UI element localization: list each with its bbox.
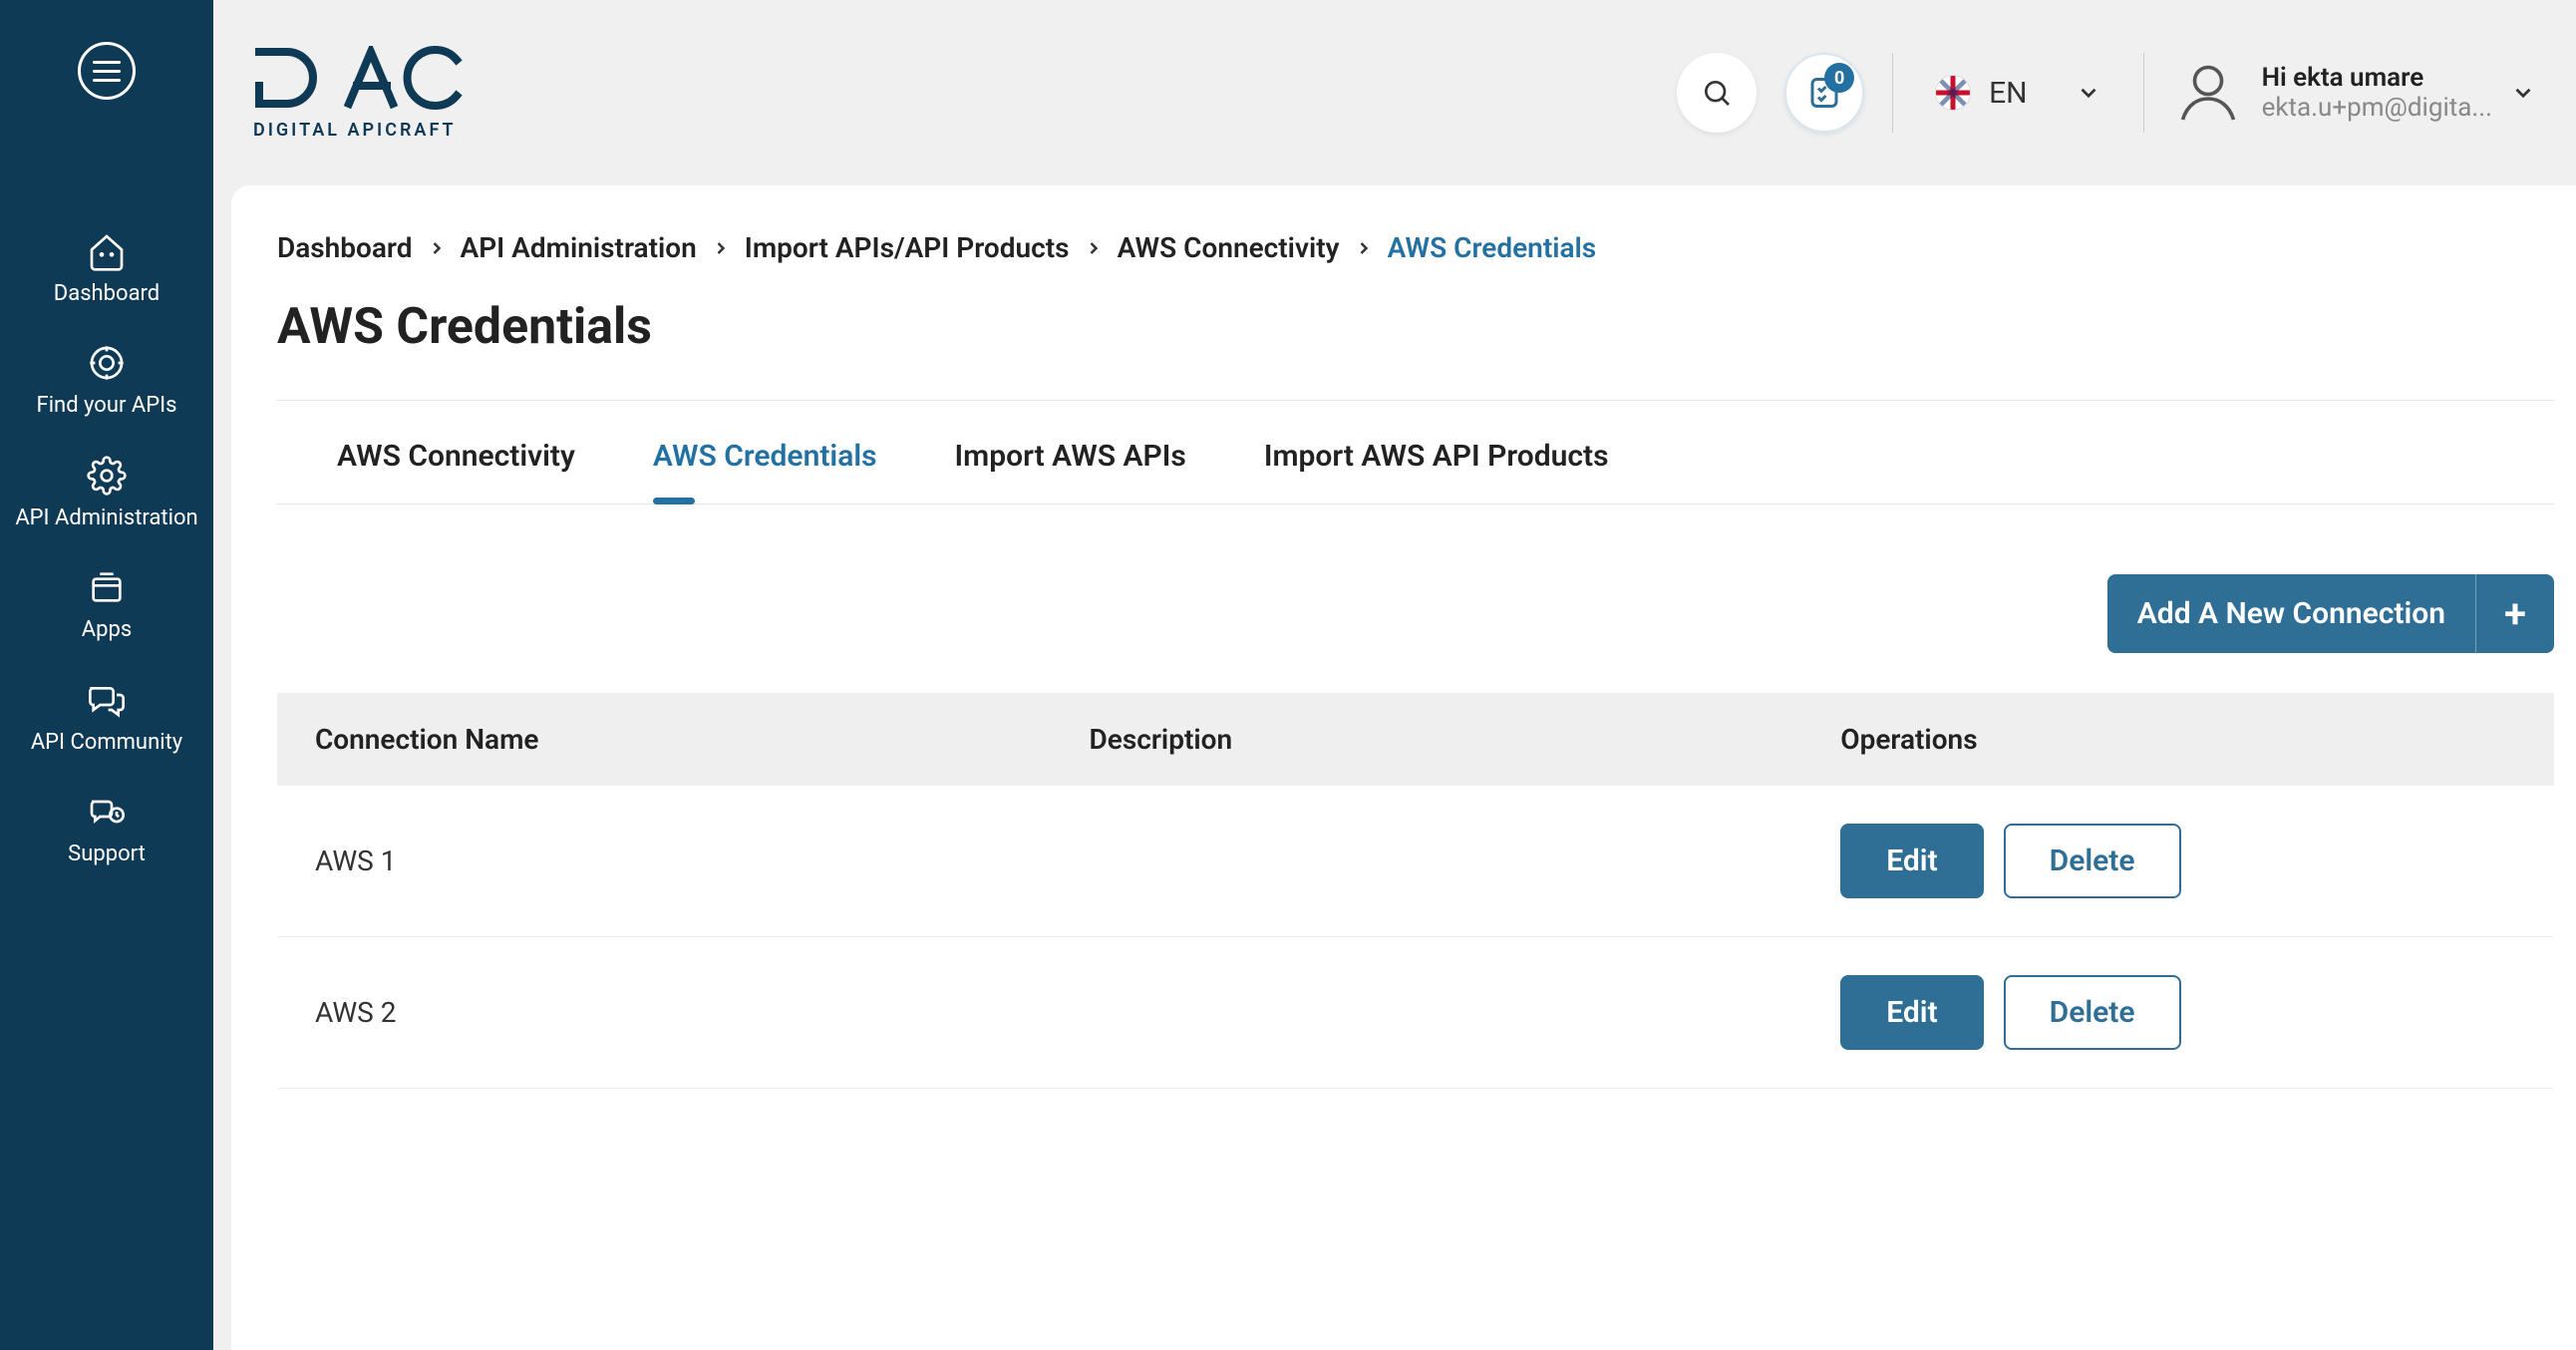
chevron-right-icon bbox=[1354, 238, 1374, 258]
breadcrumb: Dashboard API Administration Import APIs… bbox=[277, 231, 2554, 264]
avatar-icon bbox=[2172, 57, 2244, 129]
col-connection-name: Connection Name bbox=[277, 693, 1052, 786]
add-connection-button[interactable]: Add A New Connection + bbox=[2107, 574, 2554, 653]
sidebar-item-support[interactable]: Support bbox=[58, 790, 156, 867]
sidebar-item-community[interactable]: API Community bbox=[21, 678, 192, 756]
table-row: AWS 2 Edit Delete bbox=[277, 937, 2554, 1089]
chevron-right-icon bbox=[711, 238, 731, 258]
sidebar-item-label: Find your APIs bbox=[37, 393, 177, 419]
divider bbox=[1892, 53, 1893, 133]
support-icon bbox=[85, 790, 129, 834]
edit-button[interactable]: Edit bbox=[1840, 824, 1983, 898]
tab-aws-connectivity[interactable]: AWS Connectivity bbox=[337, 439, 575, 504]
chevron-down-icon bbox=[2076, 80, 2101, 106]
chevron-right-icon bbox=[1084, 238, 1104, 258]
cell-description bbox=[1052, 937, 1803, 1089]
sidebar-item-api-admin[interactable]: API Administration bbox=[5, 454, 207, 531]
breadcrumb-item[interactable]: API Administration bbox=[461, 231, 697, 264]
apps-icon bbox=[85, 565, 129, 609]
tab-import-aws-apis[interactable]: Import AWS APIs bbox=[955, 439, 1186, 504]
target-icon bbox=[85, 341, 129, 385]
delete-button[interactable]: Delete bbox=[2004, 975, 2181, 1050]
tab-import-aws-api-products[interactable]: Import AWS API Products bbox=[1264, 439, 1609, 504]
divider bbox=[2143, 53, 2144, 133]
logo-mark bbox=[253, 46, 463, 116]
sidebar-item-find-apis[interactable]: Find your APIs bbox=[27, 341, 187, 419]
logo[interactable]: DIGITAL APICRAFT bbox=[253, 46, 463, 141]
cell-connection-name: AWS 1 bbox=[277, 786, 1052, 937]
col-description: Description bbox=[1052, 693, 1803, 786]
sidebar-item-label: Apps bbox=[82, 617, 132, 643]
sidebar-item-label: Dashboard bbox=[54, 281, 160, 307]
community-icon bbox=[85, 678, 129, 722]
menu-toggle-button[interactable] bbox=[78, 42, 136, 100]
sidebar-nav: Dashboard Find your APIs API Administrat… bbox=[0, 229, 213, 867]
language-label: EN bbox=[1989, 76, 2027, 111]
content-card: Dashboard API Administration Import APIs… bbox=[231, 185, 2576, 1350]
search-button[interactable] bbox=[1677, 53, 1757, 133]
user-greeting: Hi ekta umare bbox=[2262, 63, 2492, 93]
sidebar-item-label: API Administration bbox=[15, 506, 197, 531]
notifications-badge: 0 bbox=[1824, 63, 1854, 93]
tasks-button[interactable]: 0 bbox=[1784, 53, 1864, 133]
connections-table: Connection Name Description Operations A… bbox=[277, 693, 2554, 1089]
search-icon bbox=[1701, 77, 1733, 109]
chevron-down-icon bbox=[2510, 80, 2536, 106]
edit-button[interactable]: Edit bbox=[1840, 975, 1983, 1050]
sidebar-item-label: Support bbox=[68, 842, 146, 867]
breadcrumb-item[interactable]: AWS Connectivity bbox=[1118, 231, 1340, 264]
tab-aws-credentials[interactable]: AWS Credentials bbox=[653, 439, 877, 504]
language-selector[interactable]: EN bbox=[1921, 75, 2114, 111]
delete-button[interactable]: Delete bbox=[2004, 824, 2181, 898]
sidebar: Dashboard Find your APIs API Administrat… bbox=[0, 0, 213, 1350]
sidebar-item-dashboard[interactable]: Dashboard bbox=[44, 229, 169, 307]
cell-connection-name: AWS 2 bbox=[277, 937, 1052, 1089]
sidebar-item-label: API Community bbox=[31, 730, 182, 756]
page-title: AWS Credentials bbox=[277, 298, 2554, 356]
user-menu[interactable]: Hi ekta umare ekta.u+pm@digita... bbox=[2172, 57, 2536, 129]
plus-icon: + bbox=[2476, 574, 2554, 653]
user-email: ekta.u+pm@digita... bbox=[2262, 93, 2492, 123]
header: DIGITAL APICRAFT 0 EN bbox=[213, 0, 2576, 185]
breadcrumb-item[interactable]: Dashboard bbox=[277, 231, 413, 264]
logo-subtitle: DIGITAL APICRAFT bbox=[253, 120, 463, 141]
add-connection-label: Add A New Connection bbox=[2107, 574, 2476, 653]
gear-icon bbox=[85, 454, 129, 498]
flag-uk-icon bbox=[1935, 75, 1971, 111]
sidebar-item-apps[interactable]: Apps bbox=[72, 565, 142, 643]
breadcrumb-item[interactable]: Import APIs/API Products bbox=[745, 231, 1070, 264]
chevron-right-icon bbox=[427, 238, 447, 258]
home-icon bbox=[85, 229, 129, 273]
table-row: AWS 1 Edit Delete bbox=[277, 786, 2554, 937]
cell-description bbox=[1052, 786, 1803, 937]
breadcrumb-item-current: AWS Credentials bbox=[1388, 231, 1597, 264]
tabs: AWS Connectivity AWS Credentials Import … bbox=[277, 401, 2554, 505]
col-operations: Operations bbox=[1802, 693, 2554, 786]
